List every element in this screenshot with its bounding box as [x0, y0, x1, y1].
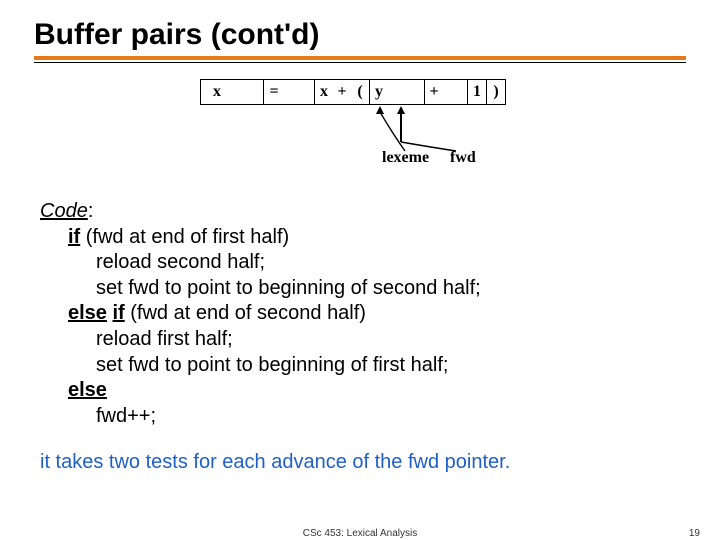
- summary-text: it takes two tests for each advance of t…: [40, 451, 686, 474]
- buffer-diagram: x = x + ( y + 1 ) lexeme: [200, 79, 520, 171]
- title-rule-orange: [34, 56, 686, 60]
- kw-if: if: [113, 302, 125, 324]
- slide-title: Buffer pairs (cont'd): [34, 18, 686, 52]
- code-text: reload first half;: [96, 327, 686, 353]
- code-block: Code: if (fwd at end of first half) relo…: [40, 199, 686, 429]
- kw-if: if: [68, 226, 80, 248]
- fwd-label: fwd: [450, 149, 476, 167]
- code-text: set fwd to point to beginning of first h…: [96, 353, 686, 379]
- code-text: (fwd at end of second half): [125, 302, 366, 324]
- code-heading: Code: [40, 200, 88, 222]
- code-text: (fwd at end of first half): [80, 226, 289, 248]
- kw-else: else: [68, 379, 107, 401]
- code-text: set fwd to point to beginning of second …: [96, 276, 686, 302]
- code-text: fwd++;: [96, 404, 686, 430]
- footer-course: CSc 453: Lexical Analysis: [0, 528, 720, 539]
- title-rule-black: [34, 62, 686, 63]
- code-text: reload second half;: [96, 250, 686, 276]
- footer-page: 19: [689, 528, 700, 539]
- kw-else: else: [68, 302, 107, 324]
